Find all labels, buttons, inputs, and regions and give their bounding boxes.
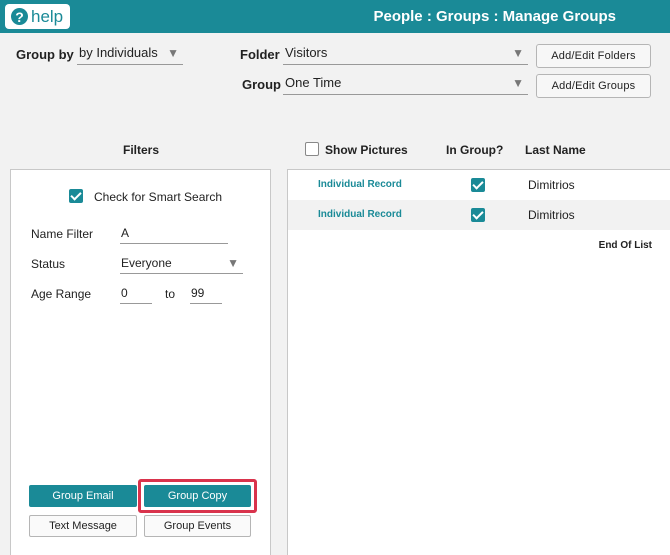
show-pictures-checkbox[interactable] (305, 142, 319, 156)
age-from-input[interactable]: 0 (120, 286, 152, 304)
group-events-button[interactable]: Group Events (144, 515, 251, 537)
in-group-checkbox[interactable] (471, 178, 485, 192)
status-value: Everyone (121, 256, 172, 270)
age-to-label: to (165, 287, 176, 301)
group-by-value: by Individuals (79, 45, 158, 60)
help-button[interactable]: ? help (5, 4, 70, 29)
group-label: Group (242, 77, 281, 92)
page-title: People : Groups : Manage Groups (373, 8, 616, 25)
last-name-cell: Dimitrios (528, 178, 575, 192)
text-message-button[interactable]: Text Message (29, 515, 137, 537)
last-name-cell: Dimitrios (528, 208, 575, 222)
group-copy-highlight (138, 479, 257, 513)
group-by-select[interactable]: by Individuals ▼ (77, 45, 183, 65)
group-email-button[interactable]: Group Email (29, 485, 137, 507)
smart-search-checkbox[interactable] (69, 189, 83, 203)
dropdown-arrow-icon: ▼ (512, 46, 524, 60)
folder-value: Visitors (285, 45, 328, 60)
status-label: Status (31, 257, 66, 271)
in-group-checkbox[interactable] (471, 208, 485, 222)
end-of-list-label: End Of List (598, 240, 652, 251)
folder-label: Folder (240, 47, 280, 62)
name-filter-label: Name Filter (31, 227, 94, 241)
table-row: Individual Record Dimitrios (288, 170, 670, 200)
filters-title: Filters (123, 143, 160, 157)
results-list: Individual Record Dimitrios Individual R… (287, 169, 670, 555)
help-label: help (31, 6, 64, 26)
dropdown-arrow-icon: ▼ (512, 76, 524, 90)
app-header: ? help People : Groups : Manage Groups (0, 0, 670, 33)
group-value: One Time (285, 75, 342, 90)
group-select[interactable]: One Time ▼ (283, 75, 528, 95)
age-range-label: Age Range (31, 287, 92, 301)
dropdown-arrow-icon: ▼ (167, 46, 179, 60)
folder-select[interactable]: Visitors ▼ (283, 45, 528, 65)
question-mark-icon: ? (11, 8, 28, 25)
last-name-header: Last Name (525, 143, 586, 157)
in-group-header: In Group? (446, 143, 504, 157)
add-edit-folders-button[interactable]: Add/Edit Folders (536, 44, 651, 68)
show-pictures-label: Show Pictures (325, 143, 408, 157)
name-filter-input[interactable]: A (120, 226, 228, 244)
dropdown-arrow-icon: ▼ (227, 256, 239, 270)
add-edit-groups-button[interactable]: Add/Edit Groups (536, 74, 651, 98)
status-select[interactable]: Everyone ▼ (120, 256, 243, 274)
table-row: Individual Record Dimitrios (288, 200, 670, 230)
individual-record-link[interactable]: Individual Record (318, 209, 402, 220)
individual-record-link[interactable]: Individual Record (318, 179, 402, 190)
group-by-label: Group by (16, 47, 74, 62)
age-to-input[interactable]: 99 (190, 286, 222, 304)
smart-search-label: Check for Smart Search (94, 190, 223, 204)
